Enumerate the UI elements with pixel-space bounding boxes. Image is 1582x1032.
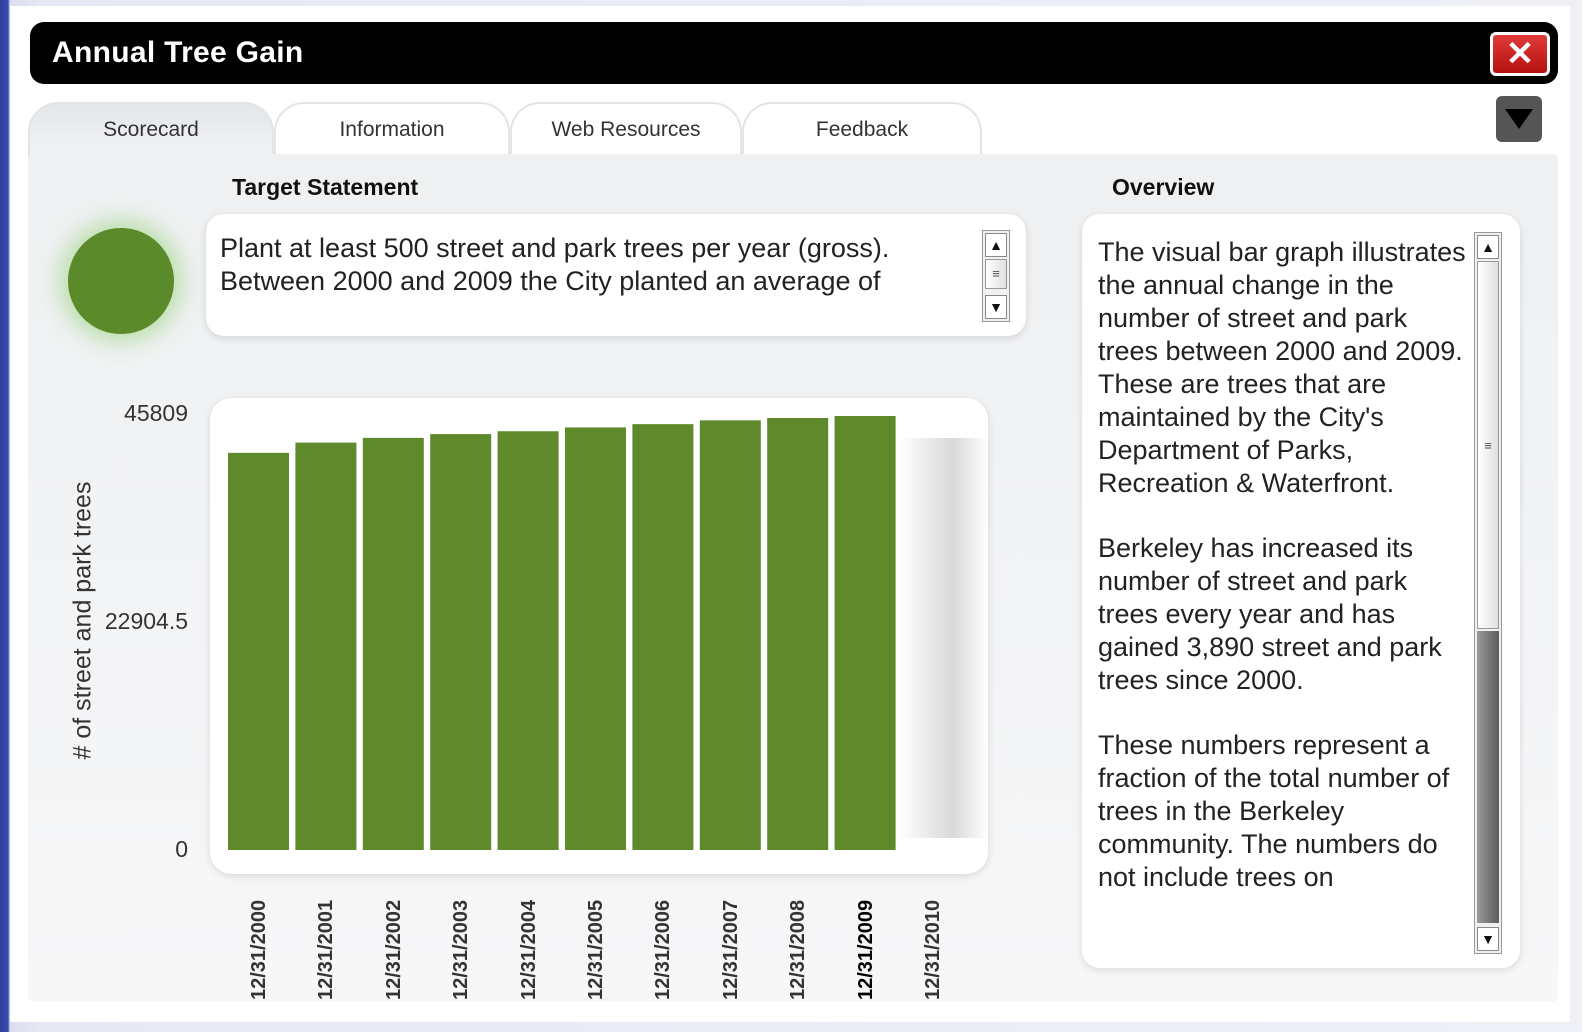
bar-12/31/2000[interactable] — [228, 452, 289, 850]
x-tick-label: 12/31/2007 — [719, 899, 742, 1000]
x-tick-label: 12/31/2006 — [652, 899, 675, 1000]
bar-12/31/2006[interactable] — [632, 424, 694, 850]
overview-paragraph-1: The visual bar graph illustrates the ann… — [1098, 237, 1466, 498]
y-tick-mid: 22904.5 — [104, 608, 188, 634]
target-statement-text: Plant at least 500 street and park trees… — [220, 233, 890, 296]
bar-12/31/2008[interactable] — [767, 417, 829, 850]
overview-text: The visual bar graph illustrates the ann… — [1098, 236, 1468, 932]
window-title: Annual Tree Gain — [52, 36, 304, 69]
grip-icon: ≡ — [992, 266, 1000, 281]
bar-chart — [210, 398, 988, 874]
status-indicator — [68, 228, 174, 334]
y-tick-zero: 0 — [175, 836, 188, 862]
tab-information[interactable]: Information — [274, 102, 510, 158]
overview-heading: Overview — [1112, 174, 1215, 200]
scroll-thumb[interactable]: ≡ — [985, 259, 1007, 289]
close-icon: ✕ — [1505, 35, 1535, 73]
arrow-down-icon[interactable]: ▼ — [985, 295, 1007, 319]
arrow-down-icon[interactable]: ▼ — [1477, 927, 1499, 951]
x-tick-label: 12/31/2003 — [450, 899, 473, 1000]
x-tick-label: 12/31/2002 — [382, 899, 405, 1000]
bar-12/31/2007[interactable] — [699, 420, 761, 850]
collapse-button[interactable] — [1496, 96, 1542, 142]
close-button[interactable]: ✕ — [1490, 32, 1550, 76]
y-tick-max: 45809 — [124, 400, 188, 426]
tab-feedback[interactable]: Feedback — [742, 102, 982, 158]
tab-bar: Scorecard Information Web Resources Feed… — [28, 102, 1028, 158]
x-tick-label: 12/31/2010 — [922, 899, 944, 1000]
overview-paragraph-2: Berkeley has increased its number of str… — [1098, 533, 1442, 695]
bar-12/31/2001[interactable] — [295, 442, 357, 850]
scroll-track[interactable] — [1477, 631, 1499, 923]
bar-12/31/2009[interactable] — [834, 416, 896, 850]
app-window: Annual Tree Gain ✕ Scorecard Information… — [10, 6, 1570, 1022]
target-heading: Target Statement — [232, 174, 419, 200]
x-tick-label: 12/31/2005 — [585, 899, 607, 1000]
scroll-thumb[interactable]: ≡ — [1477, 261, 1499, 629]
arrow-up-icon[interactable]: ▲ — [1477, 235, 1499, 259]
x-tick-label: 12/31/2004 — [517, 899, 540, 1000]
bar-12/31/2003[interactable] — [430, 434, 492, 850]
bar-chart-svg — [228, 416, 896, 850]
arrow-up-icon[interactable]: ▲ — [985, 233, 1007, 257]
x-tick-label: 12/31/2009 — [854, 899, 877, 1000]
overview-scrollbar[interactable]: ▲ ≡ ▼ — [1474, 232, 1502, 954]
grip-icon: ≡ — [1484, 438, 1492, 453]
tab-scorecard[interactable]: Scorecard — [28, 102, 274, 158]
x-tick-label: 12/31/2008 — [787, 899, 810, 1000]
title-bar: Annual Tree Gain ✕ — [30, 22, 1558, 84]
x-tick-label: 12/31/2000 — [248, 899, 270, 1000]
bar-12/31/2002[interactable] — [362, 437, 424, 850]
overview-paragraph-3: These numbers represent a fraction of th… — [1098, 730, 1450, 892]
target-statement-box: Plant at least 500 street and park trees… — [206, 214, 1026, 336]
target-scrollbar[interactable]: ▲ ≡ ▼ — [982, 230, 1010, 322]
overview-box: The visual bar graph illustrates the ann… — [1082, 214, 1520, 968]
bar-12/31/2004[interactable] — [497, 431, 559, 850]
bar-12/31/2005[interactable] — [565, 427, 626, 850]
x-tick-label: 12/31/2001 — [315, 899, 338, 1000]
tab-web-resources[interactable]: Web Resources — [510, 102, 742, 158]
